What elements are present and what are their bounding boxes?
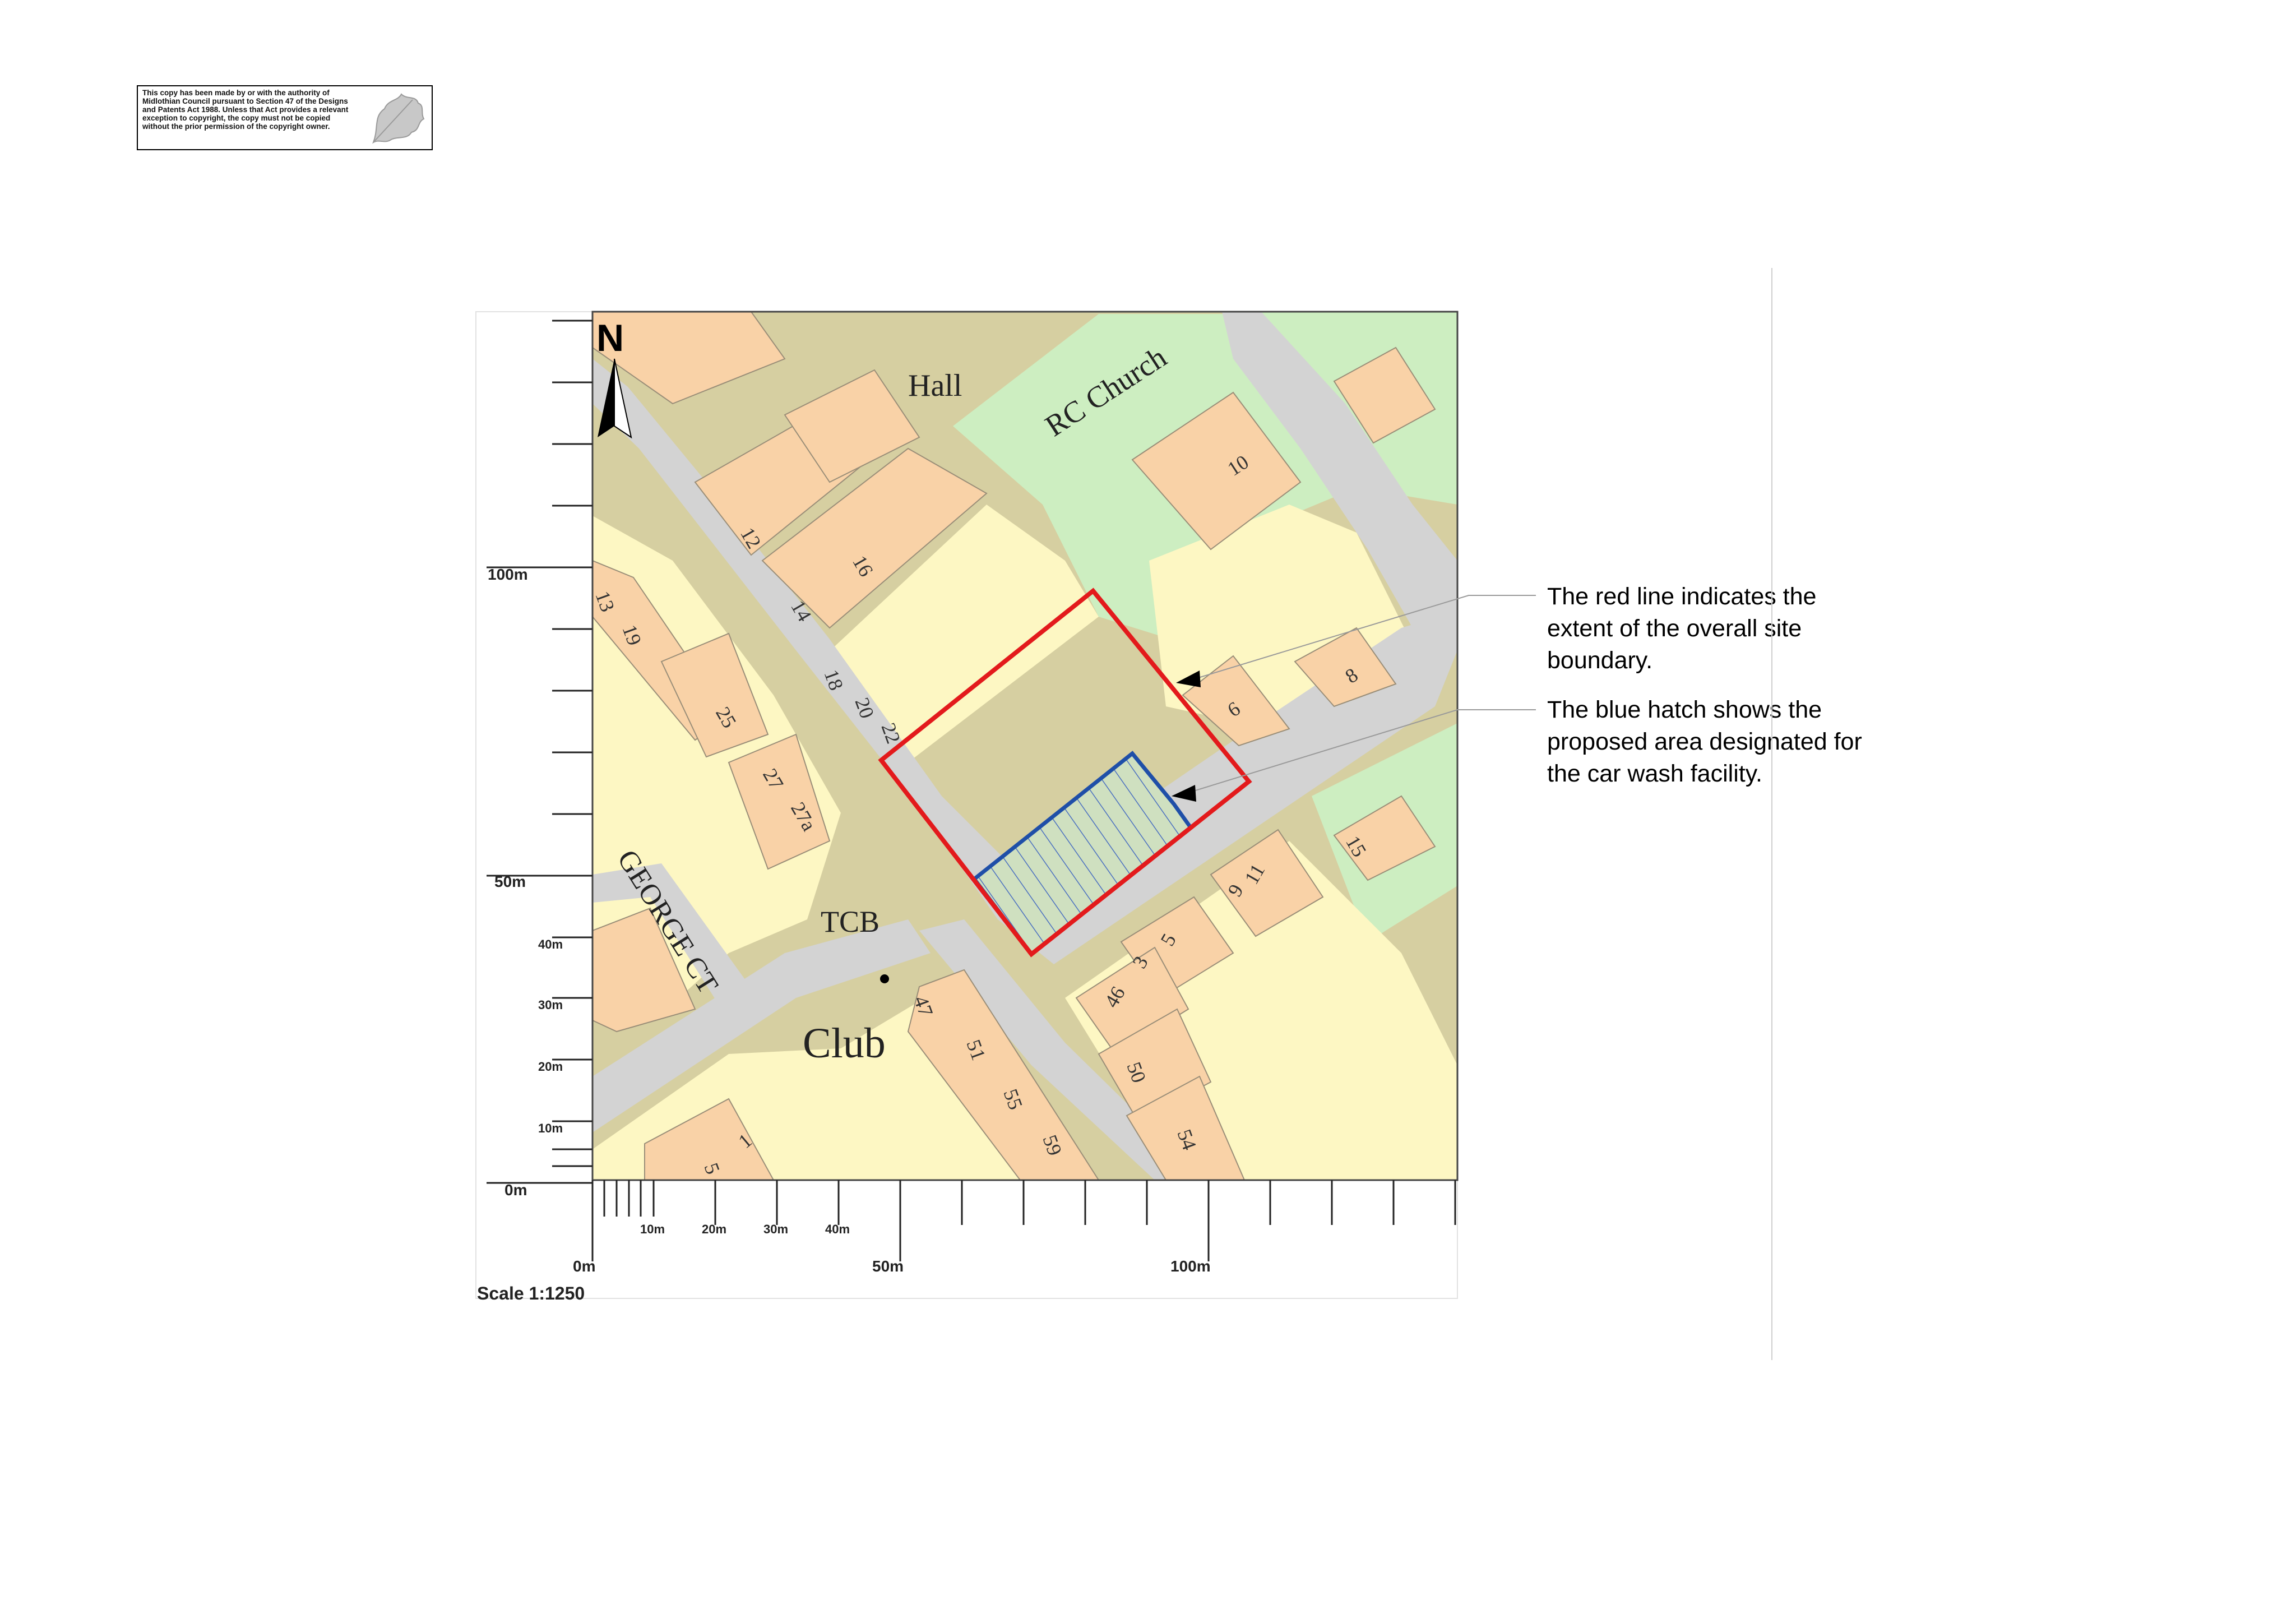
bottom-scale-label-50m: 50m [872, 1257, 904, 1275]
bottom-scale-label-30m: 30m [763, 1222, 788, 1236]
bottom-scale-label-40m: 40m [825, 1222, 850, 1236]
bottom-scale-label-20m: 20m [702, 1222, 726, 1236]
left-scale-label-0m: 0m [504, 1181, 527, 1199]
north-arrow-label: N [596, 317, 624, 359]
annotation-blue-hatch: The blue hatch shows the proposed area d… [1547, 696, 1862, 787]
bottom-scale-label-10m: 10m [640, 1222, 665, 1236]
annotation-red-line: The red line indicates the extent of the… [1547, 583, 1817, 674]
site-location-map: Hall RC Church TCB Club GEORGE CT 121416… [475, 311, 1536, 1303]
map-area [592, 312, 1457, 1180]
bottom-scale-label-0m: 0m [573, 1257, 595, 1275]
label-tcb: TCB [821, 905, 879, 938]
label-hall: Hall [908, 368, 962, 403]
point-marker [880, 974, 889, 983]
bottom-scale-label-100m: 100m [1170, 1257, 1211, 1275]
left-scale-label-20m: 20m [538, 1060, 563, 1074]
vertical-divider [1771, 268, 1772, 1360]
left-scale-label-100m: 100m [488, 566, 528, 583]
label-club: Club [803, 1020, 886, 1067]
scale-ratio-label: Scale 1:1250 [477, 1283, 585, 1303]
left-scale-label-10m: 10m [538, 1121, 563, 1135]
left-scale-label-30m: 30m [538, 998, 563, 1012]
left-scale-label-40m: 40m [538, 937, 563, 951]
left-scale-label-50m: 50m [494, 873, 526, 890]
